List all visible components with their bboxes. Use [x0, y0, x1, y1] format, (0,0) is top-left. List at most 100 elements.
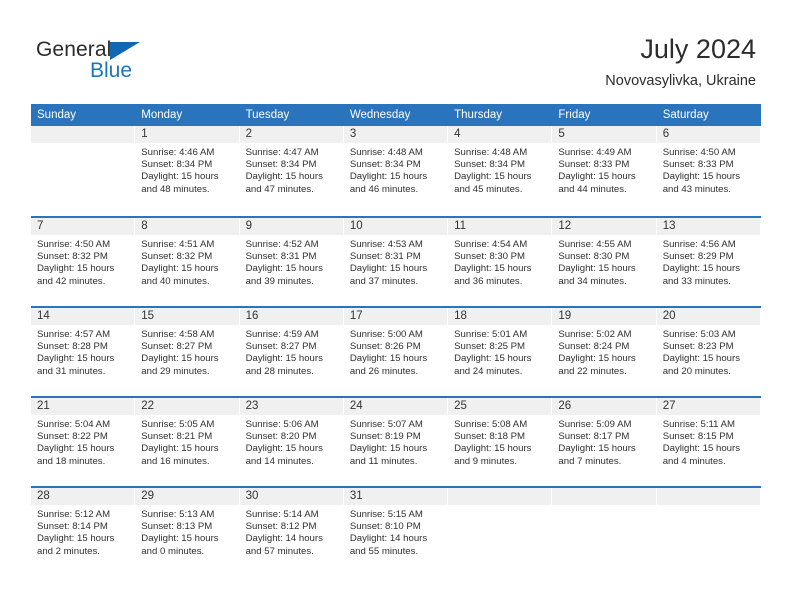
day-sun-info: Sunrise: 5:07 AM Sunset: 8:19 PM Daylight:…: [344, 415, 447, 468]
sunrise-text: Sunrise: 4:48 AM: [349, 147, 423, 158]
calendar-day-cell[interactable]: 31 Sunrise: 5:15 AM Sunset: 8:10 PM Dayligh…: [343, 488, 449, 576]
sunset-text: Sunset: 8:34 PM: [245, 159, 317, 171]
sunset-text: Sunset: 8:24 PM: [558, 341, 630, 353]
calendar-day-cell[interactable]: 15 Sunrise: 4:58 AM Sunset: 8:27 PM Dayligh…: [135, 308, 240, 396]
day-sun-info: Sunrise: 4:53 AM Sunset: 8:31 PM Daylight:…: [344, 235, 447, 288]
sunset-text: Sunset: 8:31 PM: [349, 251, 421, 263]
day-number: 8: [135, 218, 239, 235]
calendar-day-cell[interactable]: 19 Sunrise: 5:02 AM Sunset: 8:24 PM Dayligh…: [552, 308, 657, 396]
sunrise-text: Sunrise: 5:06 AM: [245, 419, 319, 430]
calendar-week-row: 1 Sunrise: 4:46 AM Sunset: 8:34 PM Daylight…: [31, 126, 761, 216]
calendar-day-cell[interactable]: 12 Sunrise: 4:55 AM Sunset: 8:30 PM Dayligh…: [552, 218, 657, 306]
calendar-day-cell-empty: [448, 488, 553, 576]
day-sun-info: Sunrise: 5:03 AM Sunset: 8:23 PM Daylight:…: [657, 325, 760, 378]
sunrise-text: Sunrise: 4:57 AM: [37, 329, 111, 340]
sunset-text: Sunset: 8:32 PM: [37, 251, 108, 263]
day-number: 12: [552, 218, 656, 235]
day-sun-info: Sunrise: 4:48 AM Sunset: 8:34 PM Daylight:…: [448, 143, 551, 196]
day-number: 24: [343, 398, 448, 415]
daylight-text: Daylight: 15 hours and 18 minutes.: [37, 443, 115, 467]
sunrise-text: Sunrise: 4:50 AM: [662, 147, 736, 158]
calendar-day-cell[interactable]: 22 Sunrise: 5:05 AM Sunset: 8:21 PM Dayligh…: [135, 398, 240, 486]
general-blue-logo[interactable]: General Blue: [36, 38, 236, 90]
calendar-day-cell[interactable]: 7 Sunrise: 4:50 AM Sunset: 8:32 PM Daylight…: [31, 218, 136, 306]
day-number: 28: [31, 488, 135, 505]
calendar-day-cell-empty: [31, 126, 136, 216]
calendar-day-cell[interactable]: 26 Sunrise: 5:09 AM Sunset: 8:17 PM Dayligh…: [552, 398, 657, 486]
sunrise-text: Sunrise: 5:03 AM: [662, 329, 736, 340]
calendar-day-cell[interactable]: 2 Sunrise: 4:47 AM Sunset: 8:34 PM Daylight…: [239, 126, 344, 216]
day-sun-info: Sunrise: 4:57 AM Sunset: 8:28 PM Daylight:…: [31, 325, 134, 378]
calendar-day-cell[interactable]: 24 Sunrise: 5:07 AM Sunset: 8:19 PM Dayligh…: [343, 398, 449, 486]
day-number: 26: [552, 398, 656, 415]
calendar-day-cell[interactable]: 9 Sunrise: 4:52 AM Sunset: 8:31 PM Daylight…: [239, 218, 344, 306]
daylight-text: Daylight: 14 hours and 57 minutes.: [245, 533, 323, 557]
sunset-text: Sunset: 8:25 PM: [454, 341, 526, 353]
daylight-text: Daylight: 15 hours and 0 minutes.: [141, 533, 219, 557]
calendar-day-cell[interactable]: 23 Sunrise: 5:06 AM Sunset: 8:20 PM Dayligh…: [239, 398, 344, 486]
day-number: 13: [656, 218, 760, 235]
calendar-day-cell[interactable]: 30 Sunrise: 5:14 AM Sunset: 8:12 PM Dayligh…: [239, 488, 344, 576]
day-number: [552, 488, 656, 505]
sunrise-text: Sunrise: 4:53 AM: [349, 239, 423, 250]
sunset-text: Sunset: 8:12 PM: [245, 521, 317, 533]
sunrise-text: Sunrise: 5:02 AM: [558, 329, 632, 340]
day-number: 7: [31, 218, 135, 235]
day-sun-info: Sunrise: 5:01 AM Sunset: 8:25 PM Daylight:…: [448, 325, 551, 378]
daylight-text: Daylight: 15 hours and 34 minutes.: [558, 263, 636, 287]
daylight-text: Daylight: 15 hours and 11 minutes.: [349, 443, 428, 467]
calendar-day-cell[interactable]: 3 Sunrise: 4:48 AM Sunset: 8:34 PM Daylight…: [343, 126, 449, 216]
sunset-text: Sunset: 8:28 PM: [37, 341, 108, 353]
sunrise-text: Sunrise: 5:04 AM: [37, 419, 111, 430]
logo-text-blue: Blue: [90, 59, 133, 82]
calendar-day-cell[interactable]: 8 Sunrise: 4:51 AM Sunset: 8:32 PM Daylight…: [135, 218, 240, 306]
sunrise-text: Sunrise: 5:05 AM: [141, 419, 215, 430]
day-sun-info: Sunrise: 4:49 AM Sunset: 8:33 PM Daylight:…: [552, 143, 655, 196]
calendar-day-cell[interactable]: 25 Sunrise: 5:08 AM Sunset: 8:18 PM Dayligh…: [448, 398, 553, 486]
calendar-day-cell[interactable]: 13 Sunrise: 4:56 AM Sunset: 8:29 PM Dayligh…: [656, 218, 761, 306]
daylight-text: Daylight: 15 hours and 45 minutes.: [454, 171, 532, 195]
calendar-day-cell[interactable]: 4 Sunrise: 4:48 AM Sunset: 8:34 PM Daylight…: [448, 126, 553, 216]
daylight-text: Daylight: 15 hours and 47 minutes.: [245, 171, 323, 195]
calendar-day-cell[interactable]: 1 Sunrise: 4:46 AM Sunset: 8:34 PM Daylight…: [135, 126, 240, 216]
sunrise-text: Sunrise: 4:56 AM: [662, 239, 736, 250]
day-sun-info: Sunrise: 5:00 AM Sunset: 8:26 PM Daylight:…: [344, 325, 447, 378]
calendar-day-cell[interactable]: 17 Sunrise: 5:00 AM Sunset: 8:26 PM Dayligh…: [343, 308, 449, 396]
weekday-header-sunday: Sunday: [37, 109, 77, 121]
calendar-day-cell[interactable]: 6 Sunrise: 4:50 AM Sunset: 8:33 PM Daylight…: [656, 126, 761, 216]
daylight-text: Daylight: 15 hours and 43 minutes.: [662, 171, 741, 195]
daylight-text: Daylight: 15 hours and 46 minutes.: [349, 171, 428, 195]
day-sun-info: Sunrise: 4:52 AM Sunset: 8:31 PM Daylight:…: [240, 235, 343, 288]
calendar-day-cell[interactable]: 29 Sunrise: 5:13 AM Sunset: 8:13 PM Dayligh…: [135, 488, 240, 576]
calendar-day-cell[interactable]: 28 Sunrise: 5:12 AM Sunset: 8:14 PM Dayligh…: [31, 488, 136, 576]
calendar-day-cell[interactable]: 21 Sunrise: 5:04 AM Sunset: 8:22 PM Dayligh…: [31, 398, 136, 486]
day-number: 14: [31, 308, 135, 325]
daylight-text: Daylight: 15 hours and 39 minutes.: [245, 263, 323, 287]
sunset-text: Sunset: 8:26 PM: [349, 341, 421, 353]
calendar-day-cell[interactable]: 27 Sunrise: 5:11 AM Sunset: 8:15 PM Dayligh…: [656, 398, 761, 486]
sunrise-text: Sunrise: 4:52 AM: [245, 239, 319, 250]
day-sun-info: Sunrise: 5:14 AM Sunset: 8:12 PM Daylight:…: [240, 505, 343, 558]
day-number: 17: [343, 308, 448, 325]
calendar-week-row: 21 Sunrise: 5:04 AM Sunset: 8:22 PM Dayligh…: [31, 396, 761, 486]
day-number: 9: [239, 218, 343, 235]
day-number: 11: [448, 218, 552, 235]
day-number: 1: [135, 126, 239, 143]
calendar-day-cell[interactable]: 16 Sunrise: 4:59 AM Sunset: 8:27 PM Dayligh…: [239, 308, 344, 396]
calendar-day-cell[interactable]: 10 Sunrise: 4:53 AM Sunset: 8:31 PM Dayligh…: [343, 218, 449, 306]
daylight-text: Daylight: 15 hours and 44 minutes.: [558, 171, 636, 195]
daylight-text: Daylight: 15 hours and 4 minutes.: [662, 443, 741, 467]
day-sun-info: Sunrise: 5:09 AM Sunset: 8:17 PM Daylight:…: [552, 415, 655, 468]
day-sun-info: Sunrise: 4:50 AM Sunset: 8:32 PM Daylight:…: [31, 235, 134, 288]
sunset-text: Sunset: 8:21 PM: [141, 431, 213, 443]
calendar-day-cell[interactable]: 5 Sunrise: 4:49 AM Sunset: 8:33 PM Daylight…: [552, 126, 657, 216]
calendar-day-cell[interactable]: 11 Sunrise: 4:54 AM Sunset: 8:30 PM Dayligh…: [448, 218, 553, 306]
sunrise-text: Sunrise: 5:15 AM: [349, 509, 423, 520]
calendar-day-cell[interactable]: 14 Sunrise: 4:57 AM Sunset: 8:28 PM Dayligh…: [31, 308, 136, 396]
sunrise-text: Sunrise: 5:13 AM: [141, 509, 215, 520]
calendar-day-cell[interactable]: 20 Sunrise: 5:03 AM Sunset: 8:23 PM Dayligh…: [656, 308, 761, 396]
day-sun-info: Sunrise: 5:12 AM Sunset: 8:14 PM Daylight:…: [31, 505, 134, 558]
day-number: 27: [656, 398, 760, 415]
calendar-day-cell[interactable]: 18 Sunrise: 5:01 AM Sunset: 8:25 PM Dayligh…: [448, 308, 553, 396]
day-sun-info: Sunrise: 4:47 AM Sunset: 8:34 PM Daylight:…: [240, 143, 343, 196]
